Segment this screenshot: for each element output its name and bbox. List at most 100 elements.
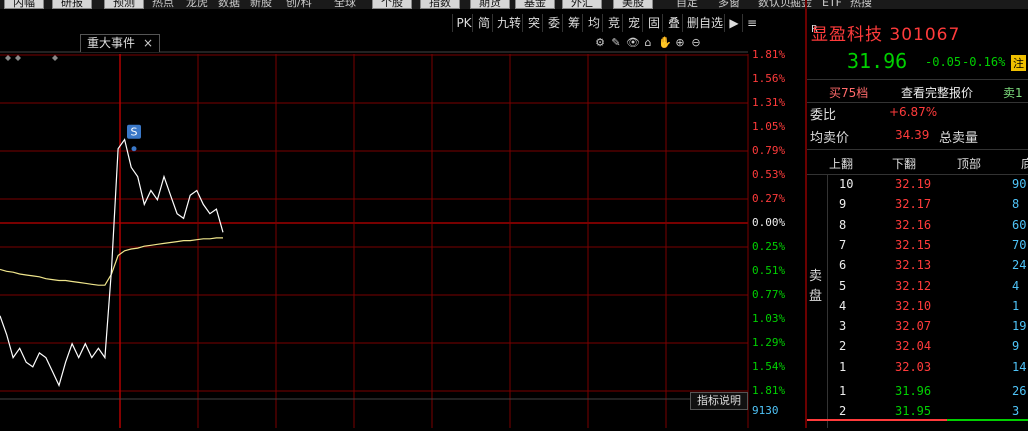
percent-tick-label: 1.31% — [752, 96, 786, 109]
level-volume: 3 — [1012, 404, 1020, 419]
nav-item[interactable]: 自定 — [676, 0, 698, 8]
level-volume: 19 — [1012, 319, 1027, 334]
level-price: 32.17 — [895, 197, 932, 212]
chart-control-icon[interactable]: ⊕ — [674, 37, 686, 49]
nav-item[interactable]: 期货 — [470, 0, 510, 9]
level-index: 8 — [839, 217, 847, 232]
percent-tick-label: 0.27% — [752, 192, 786, 205]
ob-page-down[interactable]: 下翻 — [892, 155, 916, 172]
ob-top[interactable]: 顶部 — [957, 155, 981, 172]
sell-level-row[interactable]: 3 32.07 19 — [807, 319, 1028, 339]
sell-buy-divider — [947, 419, 1028, 421]
event-marker-icon — [5, 55, 11, 61]
nav-item[interactable]: 指数 — [420, 0, 460, 9]
avg-sell-value: 34.39 — [895, 128, 930, 142]
ob-page-up[interactable]: 上翻 — [829, 155, 853, 172]
event-tab[interactable]: 重大事件 × — [80, 34, 161, 52]
buy-level-row[interactable]: 1 31.96 26 — [807, 384, 1028, 404]
percent-tick-label: 0.53% — [752, 168, 786, 181]
tab-full-quote[interactable]: 查看完整报价 — [901, 84, 973, 101]
signal-marker-label: S — [131, 126, 138, 139]
nav-item[interactable]: 多窗 — [718, 0, 740, 8]
nav-item[interactable]: 新股 — [250, 0, 272, 8]
chart-control-icon[interactable]: ⌂ — [642, 37, 654, 49]
nav-item[interactable]: 创/科 — [286, 0, 312, 8]
sell-level-row[interactable]: 10 32.19 90 — [807, 177, 1028, 197]
nav-item[interactable]: 数认贝 — [758, 0, 791, 8]
top-nav-bar: 内幅 研报 预测 热点 龙虎 数据 新股 创/科 全球 个股 指数 期货 基金 外汇 美股 自定 多窗 数认贝 掘金… — [0, 0, 1028, 9]
level-index: 6 — [839, 258, 847, 273]
menu-icon[interactable]: ≡ — [742, 14, 761, 32]
percent-tick-label: 1.56% — [752, 72, 786, 85]
level-price: 32.16 — [895, 217, 932, 232]
chart-control-icon[interactable]: ✋ — [658, 37, 672, 49]
level-volume: 26 — [1012, 384, 1027, 398]
level-index: 9 — [839, 197, 847, 212]
level-index: 2 — [839, 339, 847, 354]
level-price: 31.95 — [895, 404, 932, 419]
nav-item[interactable]: 热搜 — [850, 0, 872, 8]
nav-item[interactable]: 预测 — [104, 0, 144, 9]
nav-item[interactable]: 基金 — [515, 0, 555, 9]
nav-item[interactable]: 美股 — [613, 0, 653, 9]
tab-sell-19[interactable]: 卖1 — [1003, 84, 1023, 101]
sell-level-row[interactable]: 1 32.03 14 — [807, 360, 1028, 380]
tab-buy-75[interactable]: 买75档 — [829, 84, 868, 101]
price-line — [0, 138, 224, 388]
level-price: 32.15 — [895, 237, 932, 252]
indicator-explain-button[interactable]: 指标说明 — [690, 392, 748, 410]
nav-item[interactable]: 个股 — [372, 0, 412, 9]
chart-control-icon[interactable]: 👁 — [626, 37, 640, 49]
buy-level-row[interactable]: 2 31.95 3 — [807, 404, 1028, 424]
chart-control-icon[interactable]: ✎ — [610, 37, 622, 49]
avg-sell-label: 均卖价 — [810, 131, 850, 146]
signal-point — [131, 146, 137, 152]
chart-toolbar-button[interactable]: 删自选 — [682, 14, 727, 32]
nav-item[interactable]: 龙虎 — [186, 0, 208, 8]
sell-level-row[interactable]: 2 32.04 9 — [807, 339, 1028, 359]
nav-item[interactable]: 数据 — [218, 0, 240, 8]
level-volume: 90 — [1012, 177, 1027, 191]
chart-control-icon[interactable]: ⚙ — [594, 37, 606, 49]
intraday-chart[interactable]: S — [0, 9, 750, 428]
sell-level-row[interactable]: 6 32.13 24 — [807, 258, 1028, 278]
nav-item[interactable]: 掘金 — [790, 0, 812, 8]
price-change: -0.05 — [925, 55, 962, 69]
level-index: 10 — [839, 177, 854, 191]
chart-control-icon[interactable]: ⊖ — [690, 37, 702, 49]
sell-level-row[interactable]: 9 32.17 8 — [807, 197, 1028, 217]
sell-level-row[interactable]: 5 32.12 4 — [807, 279, 1028, 299]
percent-tick-label: 0.77% — [752, 288, 786, 301]
nav-item[interactable]: ETF — [822, 0, 842, 8]
chart-canvas[interactable]: S — [0, 9, 750, 428]
percent-tick-label: 0.25% — [752, 240, 786, 253]
total-sell-label: 总卖量 — [939, 131, 979, 146]
percent-tick-label: 1.29% — [752, 336, 786, 349]
sell-level-row[interactable]: 8 32.16 60 — [807, 218, 1028, 238]
stock-name-code: 显盈科技 301067 — [811, 25, 961, 45]
nav-item[interactable]: 研报 — [52, 0, 92, 9]
percent-tick-label: 0.79% — [752, 144, 786, 157]
level-volume: 24 — [1012, 258, 1027, 273]
event-tab-label: 重大事件 — [87, 36, 136, 50]
close-icon[interactable]: × — [143, 36, 153, 50]
note-badge[interactable]: 注 — [1011, 55, 1026, 71]
expand-arrow-icon[interactable]: ▶ — [724, 14, 743, 32]
level-volume: 9 — [1012, 339, 1020, 354]
level-volume: 14 — [1012, 359, 1027, 374]
level-index: 3 — [839, 319, 847, 334]
level-volume: 60 — [1012, 217, 1027, 232]
nav-item[interactable]: 全球 — [334, 0, 356, 8]
ob-bottom[interactable]: 底 — [1021, 155, 1028, 172]
chart-toolbar-button[interactable]: 九转 — [492, 14, 525, 32]
nav-item[interactable]: 热点 — [152, 0, 174, 8]
percent-tick-label: 0.51% — [752, 264, 786, 277]
divider — [807, 149, 1028, 150]
sell-level-row[interactable]: 7 32.15 70 — [807, 238, 1028, 258]
level-price: 32.12 — [895, 278, 932, 293]
sell-level-row[interactable]: 4 32.10 1 — [807, 299, 1028, 319]
percent-tick-label: 1.05% — [752, 120, 786, 133]
price-change-pct: -0.16% — [962, 55, 1006, 69]
nav-item[interactable]: 内幅 — [4, 0, 44, 9]
nav-item[interactable]: 外汇 — [562, 0, 602, 9]
